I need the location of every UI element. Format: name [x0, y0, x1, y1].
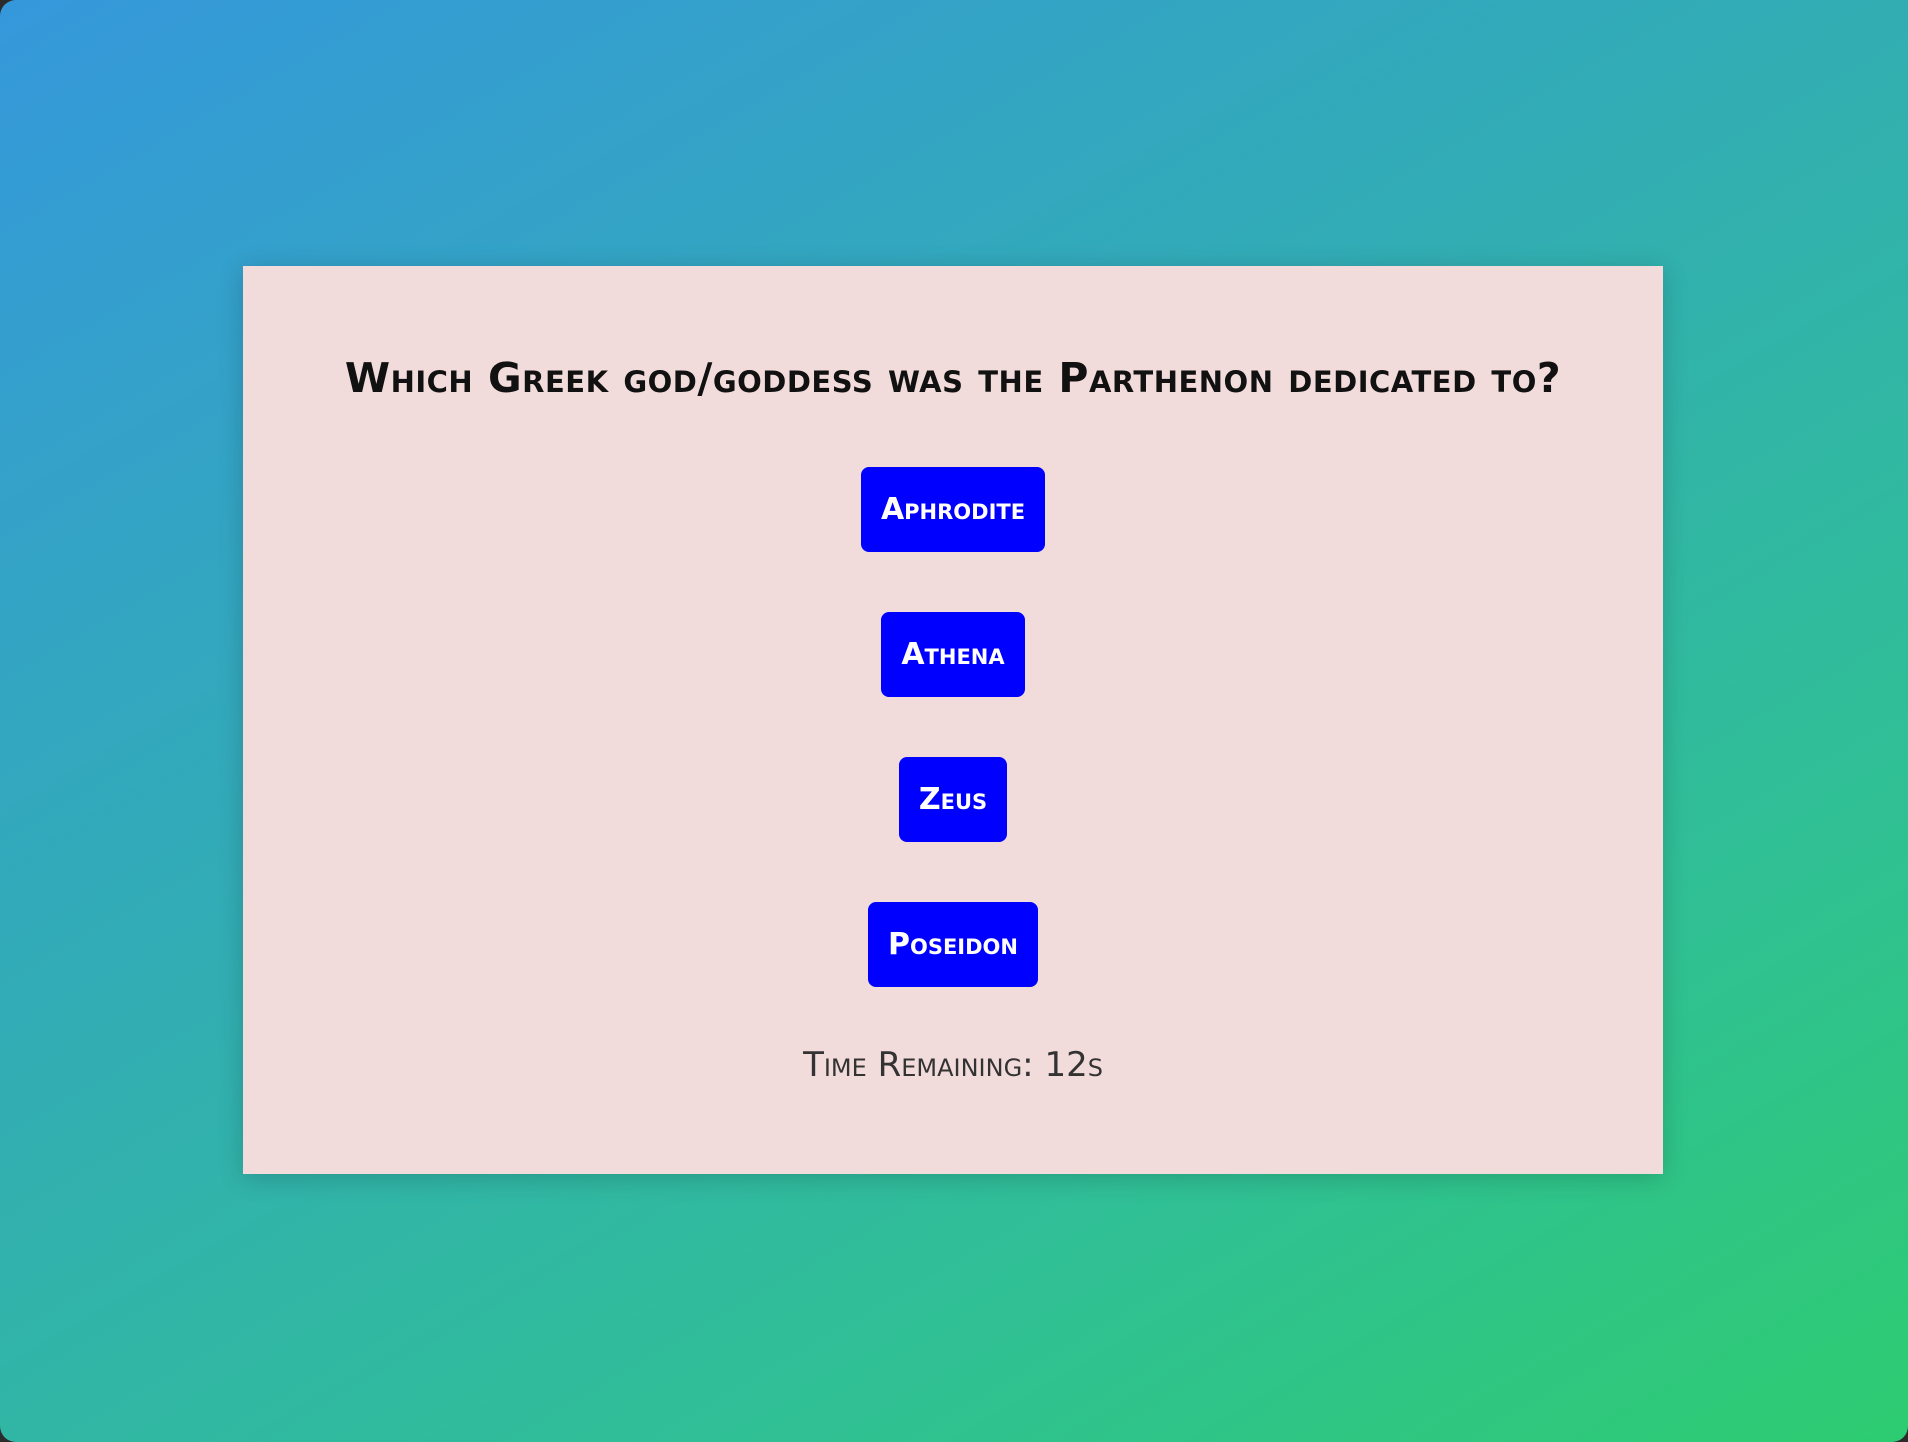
answer-button-aphrodite[interactable]: Aphrodite [860, 467, 1046, 553]
timer-label: Time Remaining: [803, 1045, 1034, 1086]
quiz-card: Which Greek god/goddess was the Partheno… [243, 266, 1663, 1174]
question-text: Which Greek god/goddess was the Partheno… [344, 354, 1562, 402]
answer-list: Aphrodite Athena Zeus Poseidon [860, 467, 1046, 988]
timer-value: 12s [1044, 1045, 1103, 1086]
answer-button-athena[interactable]: Athena [881, 612, 1025, 698]
app-background: Which Greek god/goddess was the Partheno… [0, 0, 1908, 1442]
timer: Time Remaining: 12s [803, 1045, 1103, 1085]
answer-button-poseidon[interactable]: Poseidon [868, 902, 1038, 988]
answer-button-zeus[interactable]: Zeus [898, 757, 1008, 843]
